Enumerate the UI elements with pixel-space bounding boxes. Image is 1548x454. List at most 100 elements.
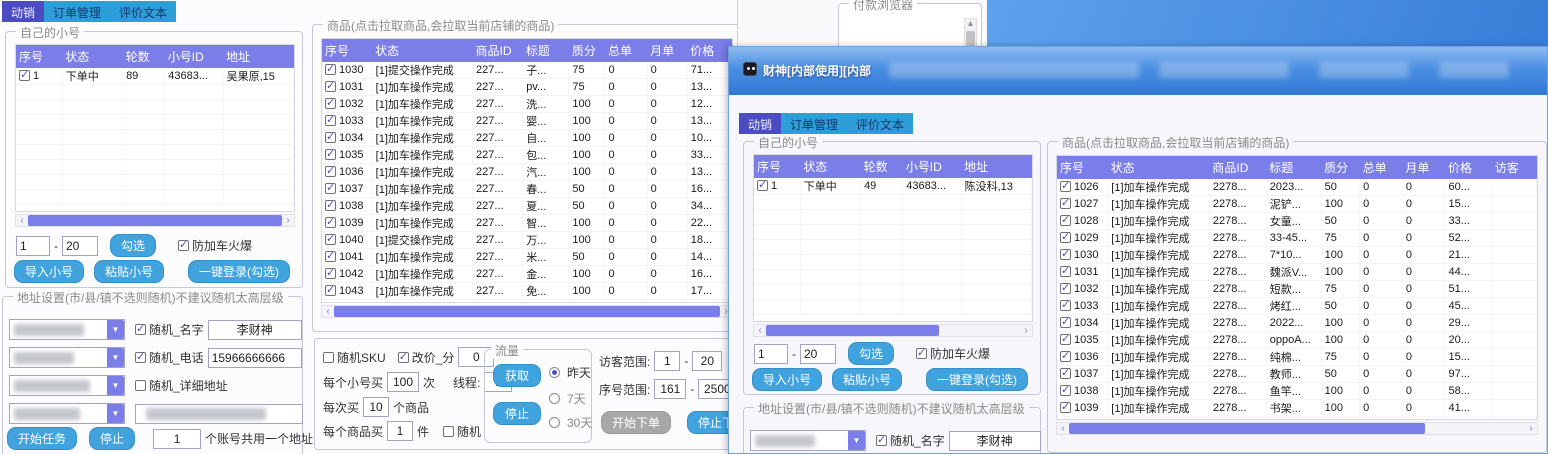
row-checkbox[interactable] — [1060, 249, 1071, 260]
table-row[interactable]: 1042[1]加车操作完成227...金...1000016... — [322, 266, 732, 283]
checkbox-checked-icon[interactable] — [398, 352, 409, 363]
table-row[interactable]: 1033[1]加车操作完成227...婴...1000013... — [322, 113, 732, 130]
random-name-input[interactable] — [949, 431, 1041, 451]
row-checkbox[interactable] — [325, 166, 336, 177]
row-checkbox[interactable] — [1060, 368, 1071, 379]
radio-30days[interactable]: 30天 — [549, 414, 592, 431]
serial-from-input[interactable] — [654, 379, 686, 399]
chevron-down-icon[interactable]: ▼ — [107, 376, 124, 395]
per-item-input[interactable] — [387, 421, 413, 441]
import-accounts-button[interactable]: 导入小号 — [14, 260, 84, 283]
left-accounts-table[interactable]: 序号状态轮数小号ID地址1下单中8943683...吴果原,15 — [15, 44, 295, 212]
table-row[interactable]: 1039[1]加车操作完成2278...书架...1000041... — [1057, 400, 1537, 417]
table-row[interactable]: 1035[1]加车操作完成2278...oppoA...1000020... — [1057, 332, 1537, 349]
range-to-input[interactable] — [800, 344, 836, 364]
table-row[interactable]: 1下单中4943683...陈没科,13 — [754, 178, 1032, 195]
table-row[interactable]: 1031[1]加车操作完成227...pv...750013... — [322, 79, 732, 96]
random-detail-checkbox[interactable]: 随机_详细地址 — [135, 377, 228, 394]
table-row[interactable]: 1039[1]加车操作完成227...智...1000022... — [322, 215, 732, 232]
detail-address-input[interactable] — [135, 404, 303, 424]
check-button[interactable]: 勾选 — [848, 342, 894, 365]
tab-dongxiao[interactable]: 动销 — [739, 113, 781, 134]
table-row[interactable]: 1036[1]加车操作完成2278...纯棉...750015... — [1057, 349, 1537, 366]
right-window-titlebar[interactable]: 财神[内部使用][内部 — [729, 47, 1547, 95]
random-name-checkbox[interactable]: 随机_名字 — [876, 432, 945, 449]
checkbox-checked-icon[interactable] — [178, 240, 189, 251]
tab-order-management[interactable]: 订单管理 — [44, 1, 110, 22]
checkbox-unchecked-icon[interactable] — [443, 426, 454, 437]
random-sku-checkbox[interactable]: 随机SKU — [323, 349, 386, 366]
paste-accounts-button[interactable]: 粘贴小号 — [94, 260, 164, 283]
table-row[interactable]: 1038[1]加车操作完成2278...鱼竿...1000058... — [1057, 383, 1537, 400]
table-row[interactable]: 1038[1]加车操作完成227...夏...500034... — [322, 198, 732, 215]
row-checkbox[interactable] — [325, 268, 336, 279]
table-row[interactable]: 1028[1]加车操作完成2278...女童...500033... — [1057, 213, 1537, 230]
tab-review-text[interactable]: 评价文本 — [110, 1, 176, 22]
left-products-table[interactable]: 序号状态商品ID标题质分总单月单价格1030[1]提交操作完成227...子..… — [321, 38, 733, 303]
start-task-button[interactable]: 开始任务 — [7, 427, 77, 450]
scroll-right-icon[interactable]: › — [282, 215, 294, 226]
row-checkbox[interactable] — [325, 81, 336, 92]
random-name-input[interactable] — [208, 320, 302, 340]
radio-selected-icon[interactable] — [549, 367, 560, 378]
random-qty-checkbox[interactable]: 随机 — [443, 423, 481, 440]
anti-hot-checkbox[interactable]: 防加车火爆 — [916, 345, 990, 362]
table-row[interactable]: 1033[1]加车操作完成2278...烤红...500045... — [1057, 298, 1537, 315]
row-checkbox[interactable] — [1060, 283, 1071, 294]
radio-yesterday[interactable]: 昨天 — [549, 364, 591, 381]
table-row[interactable]: 1下单中8943683...吴果原,15 — [16, 68, 294, 85]
right-accounts-hscrollbar[interactable]: ‹ › — [753, 324, 1033, 337]
row-checkbox[interactable] — [1060, 215, 1071, 226]
chevron-down-icon[interactable]: ▼ — [848, 431, 865, 450]
table-row[interactable]: 1036[1]加车操作完成227...汽...1000013... — [322, 164, 732, 181]
scroll-track[interactable] — [766, 325, 1020, 336]
one-key-login-button[interactable]: 一键登录(勾选) — [926, 368, 1028, 391]
scroll-track[interactable] — [1069, 423, 1525, 434]
scroll-track[interactable] — [334, 306, 720, 317]
row-checkbox[interactable] — [325, 149, 336, 160]
scroll-left-icon[interactable]: ‹ — [322, 306, 334, 317]
table-row[interactable]: 1043[1]加车操作完成227...免...1000017... — [322, 283, 732, 300]
checkbox-checked-icon[interactable] — [135, 352, 146, 363]
table-row[interactable]: 1037[1]加车操作完成227...春...500016... — [322, 181, 732, 198]
chevron-down-icon[interactable]: ▼ — [107, 404, 124, 423]
table-row[interactable]: 1035[1]加车操作完成227...包...1000033... — [322, 147, 732, 164]
import-accounts-button[interactable]: 导入小号 — [752, 368, 822, 391]
row-checkbox[interactable] — [325, 234, 336, 245]
share-count-input[interactable] — [153, 429, 201, 449]
row-checkbox[interactable] — [325, 98, 336, 109]
per-time-input[interactable] — [363, 397, 389, 417]
scroll-thumb[interactable] — [28, 215, 282, 226]
buy-times-input[interactable] — [387, 372, 419, 392]
row-checkbox[interactable] — [325, 64, 336, 75]
row-checkbox[interactable] — [19, 70, 30, 81]
change-price-checkbox[interactable]: 改价_分 — [398, 349, 455, 366]
row-checkbox[interactable] — [325, 217, 336, 228]
scroll-track[interactable] — [28, 215, 282, 226]
one-key-login-button[interactable]: 一键登录(勾选) — [188, 260, 290, 283]
row-checkbox[interactable] — [1060, 198, 1071, 209]
visitor-from-input[interactable] — [654, 351, 680, 371]
right-accounts-table[interactable]: 序号状态轮数小号ID地址1下单中4943683...陈没科,13 — [753, 154, 1033, 322]
row-checkbox[interactable] — [1060, 334, 1071, 345]
tab-review-text[interactable]: 评价文本 — [847, 113, 913, 134]
scroll-thumb[interactable] — [766, 325, 939, 336]
province-select[interactable]: ▼ — [9, 319, 125, 340]
chevron-down-icon[interactable]: ▼ — [107, 320, 124, 339]
row-checkbox[interactable] — [325, 302, 336, 303]
checkbox-checked-icon[interactable] — [135, 324, 146, 335]
row-checkbox[interactable] — [1060, 300, 1071, 311]
checkbox-unchecked-icon[interactable] — [323, 352, 334, 363]
table-row[interactable]: 1034[1]加车操作完成2278...2022...1000029... — [1057, 315, 1537, 332]
table-row[interactable]: 1041[1]加车操作完成227...米...500014... — [322, 249, 732, 266]
scroll-up-icon[interactable]: ▲ — [965, 19, 976, 28]
row-checkbox[interactable] — [1060, 266, 1071, 277]
table-row[interactable]: 1034[1]加车操作完成227...自...1000010... — [322, 130, 732, 147]
table-row[interactable]: 1031[1]加车操作完成2278...魏派V...1000044... — [1057, 264, 1537, 281]
city-select[interactable]: ▼ — [9, 347, 125, 368]
row-checkbox[interactable] — [1060, 351, 1071, 362]
town-select[interactable]: ▼ — [9, 403, 125, 424]
scroll-left-icon[interactable]: ‹ — [1057, 423, 1069, 434]
right-products-table[interactable]: 序号状态商品ID标题质分总单月单价格访客1026[1]加车操作完成2278...… — [1056, 155, 1538, 420]
range-to-input[interactable] — [62, 236, 98, 256]
